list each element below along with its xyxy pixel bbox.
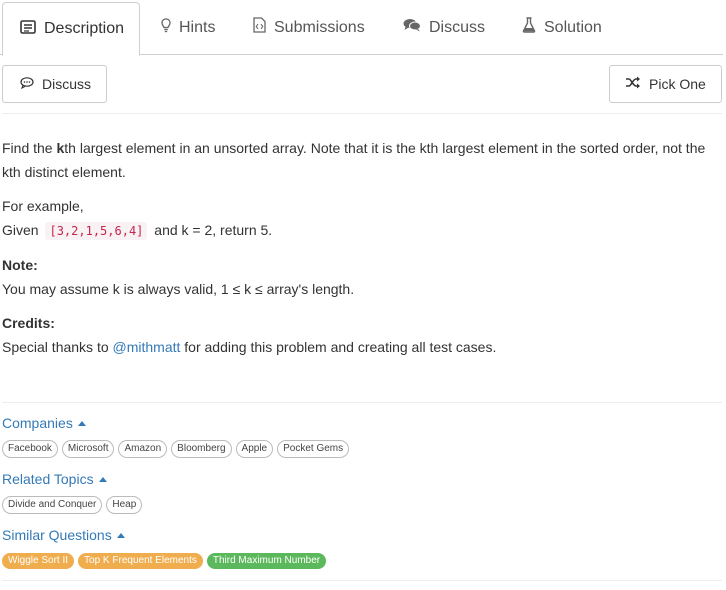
lightbulb-icon — [161, 17, 171, 38]
note-block: Note: You may assume k is always valid, … — [2, 253, 720, 301]
companies-title: Companies — [2, 415, 73, 431]
tab-bar: Description Hints Submissions Discuss So… — [0, 0, 723, 56]
example-given: Given [3,2,1,5,6,4] and k = 2, return 5. — [2, 222, 273, 240]
company-tag[interactable]: Bloomberg — [171, 440, 232, 458]
company-tag[interactable]: Facebook — [2, 440, 58, 458]
topic-tag[interactable]: Heap — [106, 496, 143, 514]
company-tag[interactable]: Microsoft — [61, 440, 115, 458]
problem-description: Find the kth largest element in an unsor… — [2, 136, 720, 359]
tab-label: Hints — [179, 18, 216, 36]
discuss-button-label: Discuss — [42, 76, 92, 92]
code-file-icon — [253, 17, 266, 38]
caret-up-icon — [77, 420, 86, 426]
example-intro: For example, — [2, 198, 84, 214]
example-array: [3,2,1,5,6,4] — [45, 222, 148, 240]
tab-solution[interactable]: Solution — [522, 0, 602, 55]
tab-label: Discuss — [429, 18, 486, 36]
companies-tags: Facebook Microsoft Amazon Bloomberg Appl… — [2, 440, 350, 458]
similar-question-tag[interactable]: Third Maximum Number — [206, 553, 327, 569]
example-block: For example, Given [3,2,1,5,6,4] and k =… — [2, 194, 720, 243]
divider — [2, 402, 722, 403]
pick-one-button[interactable]: Pick One — [609, 65, 722, 103]
tab-hints[interactable]: Hints — [161, 0, 215, 55]
companies-toggle[interactable]: Companies — [2, 415, 86, 431]
credits-text: Special thanks to @mithmatt for adding t… — [2, 339, 497, 355]
flask-icon — [522, 17, 536, 38]
related-topics-title: Related Topics — [2, 471, 94, 487]
tab-description[interactable]: Description — [2, 2, 140, 56]
caret-up-icon — [116, 532, 125, 538]
divider — [2, 113, 722, 114]
tab-discuss[interactable]: Discuss — [403, 0, 485, 55]
comment-icon — [20, 76, 34, 92]
similar-questions-tags: Wiggle Sort II Top K Frequent Elements T… — [2, 553, 327, 569]
pick-one-button-label: Pick One — [649, 76, 706, 92]
similar-questions-title: Similar Questions — [2, 527, 112, 543]
caret-up-icon — [98, 476, 107, 482]
related-topics-toggle[interactable]: Related Topics — [2, 471, 107, 487]
comments-icon — [403, 18, 421, 37]
discuss-button[interactable]: Discuss — [2, 65, 107, 103]
tab-label: Description — [44, 20, 125, 37]
similar-questions-toggle[interactable]: Similar Questions — [2, 527, 125, 543]
topic-tag[interactable]: Divide and Conquer — [2, 496, 103, 514]
tab-submissions[interactable]: Submissions — [253, 0, 365, 55]
note-text: You may assume k is always valid, 1 ≤ k … — [2, 281, 355, 297]
company-tag[interactable]: Pocket Gems — [277, 440, 350, 458]
similar-question-tag[interactable]: Top K Frequent Elements — [78, 553, 203, 569]
problem-statement: Find the kth largest element in an unsor… — [2, 140, 706, 180]
credits-user-link[interactable]: @mithmatt — [113, 339, 181, 355]
company-tag[interactable]: Apple — [235, 440, 274, 458]
tab-label: Submissions — [274, 18, 365, 36]
description-icon — [20, 19, 36, 39]
tab-label: Solution — [544, 18, 602, 36]
divider — [2, 580, 722, 581]
credits-block: Credits: Special thanks to @mithmatt for… — [2, 311, 720, 359]
company-tag[interactable]: Amazon — [118, 440, 168, 458]
note-heading: Note: — [2, 257, 38, 273]
shuffle-icon — [625, 76, 641, 92]
related-topics-tags: Divide and Conquer Heap — [2, 496, 143, 514]
similar-question-tag[interactable]: Wiggle Sort II — [2, 553, 75, 569]
credits-heading: Credits: — [2, 315, 55, 331]
